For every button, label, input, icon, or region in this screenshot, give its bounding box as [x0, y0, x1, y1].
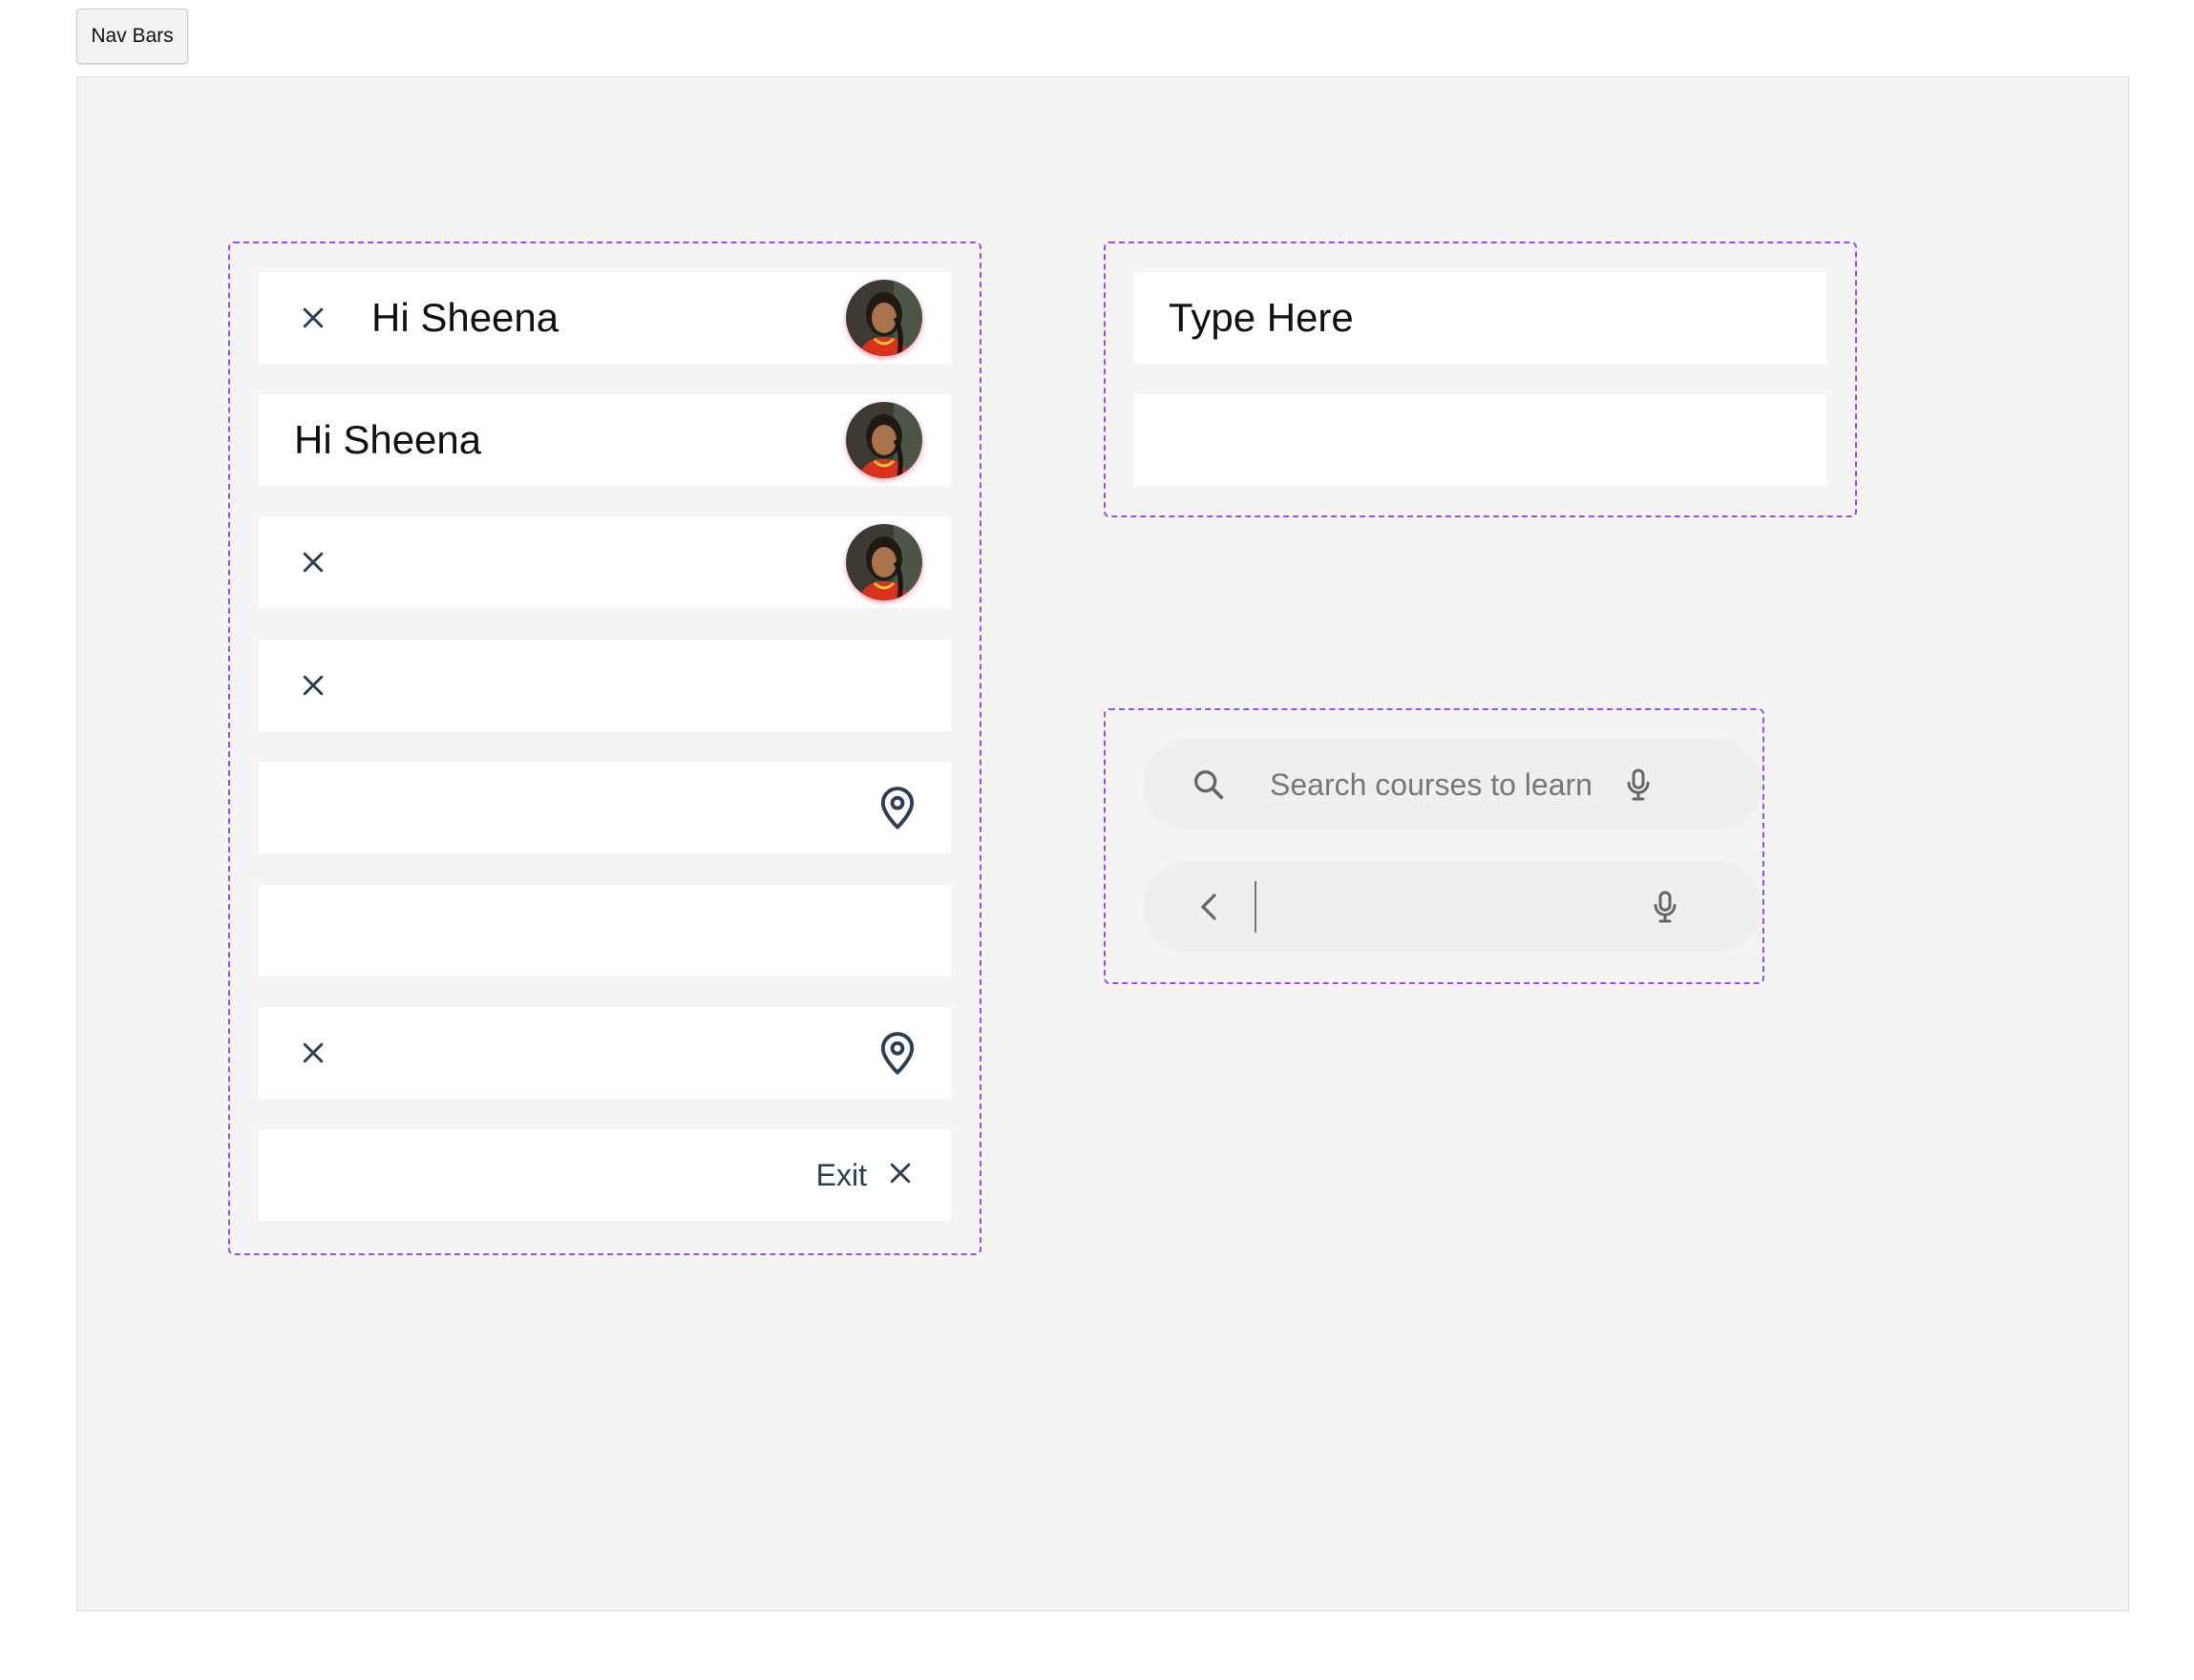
close-icon[interactable]: [296, 668, 330, 703]
nav-bar-location-only: [259, 762, 951, 853]
nav-bar-title: Hi Sheena: [294, 417, 482, 462]
mic-icon[interactable]: [1646, 888, 1684, 926]
avatar[interactable]: [846, 524, 922, 600]
nav-bar-close-location: [259, 1007, 951, 1099]
close-icon[interactable]: [296, 1036, 330, 1070]
nav-bars-tab-button[interactable]: Nav Bars: [76, 9, 188, 64]
nav-bar-empty: [259, 885, 951, 976]
text-cursor: [1255, 881, 1256, 933]
text-field-group: Type Here: [1104, 242, 1857, 517]
search-icon: [1190, 766, 1228, 804]
type-here-field[interactable]: Type Here: [1134, 272, 1826, 364]
search-placeholder: Search courses to learn: [1270, 766, 1593, 802]
nav-bar-title: Hi Sheena: [371, 295, 559, 340]
nav-bar-close-avatar: [259, 516, 951, 608]
location-pin-icon[interactable]: [873, 783, 922, 832]
nav-bar-variants-group: Hi Sheena Hi Sheena Exit: [228, 242, 981, 1255]
avatar[interactable]: [846, 280, 922, 356]
location-pin-icon[interactable]: [873, 1028, 922, 1078]
type-here-placeholder: Type Here: [1169, 295, 1354, 340]
empty-text-field[interactable]: [1134, 394, 1826, 486]
close-icon[interactable]: [296, 545, 330, 579]
nav-bar-close-title-avatar: Hi Sheena: [259, 272, 951, 364]
nav-bars-tab-label: Nav Bars: [91, 25, 174, 47]
search-bar-group: Search courses to learn: [1104, 708, 1764, 984]
mic-icon[interactable]: [1619, 766, 1657, 804]
exit-button[interactable]: Exit: [816, 1129, 915, 1221]
nav-bar-close-only: [259, 640, 951, 731]
chevron-left-icon[interactable]: [1195, 890, 1222, 924]
course-search-bar[interactable]: Search courses to learn: [1142, 739, 1762, 830]
close-icon: [886, 1159, 915, 1192]
close-icon[interactable]: [296, 301, 330, 335]
nav-bar-title-avatar: Hi Sheena: [259, 394, 951, 486]
avatar[interactable]: [846, 402, 922, 478]
nav-bar-exit: Exit: [259, 1129, 951, 1221]
exit-label: Exit: [815, 1157, 867, 1192]
preview-canvas: Hi Sheena Hi Sheena Exit Type Here Searc…: [76, 76, 2129, 1611]
active-search-bar[interactable]: [1142, 861, 1762, 953]
